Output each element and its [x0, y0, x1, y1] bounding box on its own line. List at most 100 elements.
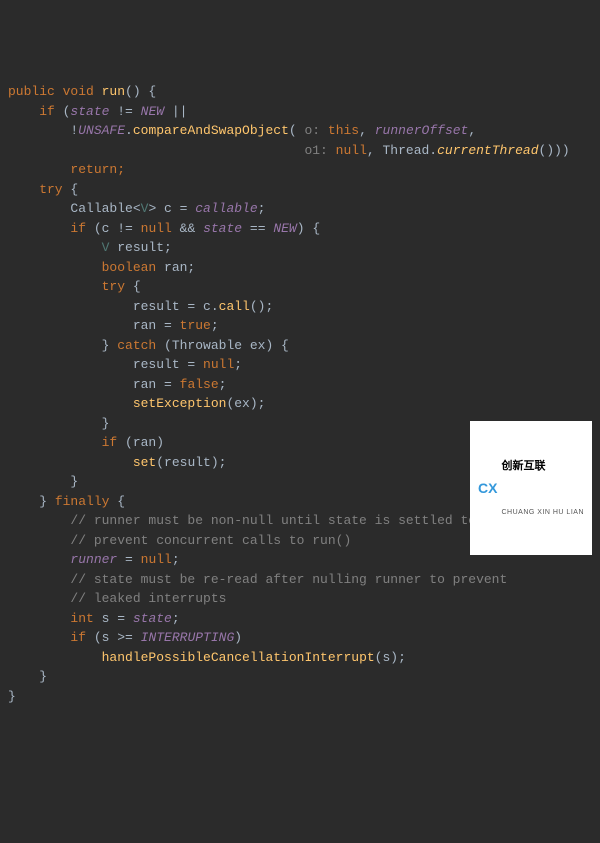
code-token: null — [336, 143, 367, 158]
code-token: (c != — [94, 221, 141, 236]
code-token: == — [242, 221, 273, 236]
code-token: } — [8, 689, 16, 704]
code-token: if — [8, 435, 125, 450]
code-token: (); — [250, 299, 273, 314]
code-token: setException — [133, 396, 227, 411]
code-token: (ran) — [125, 435, 164, 450]
code-token — [8, 396, 133, 411]
code-token: null — [203, 357, 234, 372]
code-token: . — [125, 123, 133, 138]
code-token: public void — [8, 84, 102, 99]
logo-icon: CX — [478, 478, 497, 499]
code-token — [8, 240, 102, 255]
watermark-logo: CX 创新互联 CHUANG XIN HU LIAN — [470, 421, 592, 555]
code-token: try — [8, 182, 70, 197]
code-token: } — [8, 474, 78, 489]
code-token: result = — [8, 357, 203, 372]
code-token: s = — [102, 611, 133, 626]
code-token: runnerOffset — [375, 123, 469, 138]
code-token: (s); — [375, 650, 406, 665]
code-token — [8, 650, 102, 665]
code-token: { — [117, 494, 125, 509]
code-token: INTERRUPTING — [141, 630, 235, 645]
code-token: null — [141, 221, 172, 236]
code-token: && — [172, 221, 203, 236]
code-token: != — [109, 104, 140, 119]
code-token: currentThread — [437, 143, 538, 158]
code-token: { — [133, 279, 141, 294]
code-token: callable — [195, 201, 257, 216]
code-token: (result); — [156, 455, 226, 470]
code-token — [8, 552, 70, 567]
code-token: = — [117, 552, 140, 567]
code-comment: // leaked interrupts — [8, 591, 226, 606]
code-token: } — [8, 669, 47, 684]
code-token: ; — [219, 377, 227, 392]
code-token: handlePossibleCancellationInterrupt — [102, 650, 375, 665]
code-token: , Thread. — [367, 143, 437, 158]
code-token: ; — [172, 611, 180, 626]
code-token: } — [8, 494, 55, 509]
code-token: if — [8, 630, 94, 645]
code-token: state — [203, 221, 242, 236]
code-token: boolean — [8, 260, 164, 275]
code-token: try — [8, 279, 133, 294]
code-token: Callable< — [8, 201, 141, 216]
code-token: ())) — [539, 143, 570, 158]
watermark-sub-text: CHUANG XIN HU LIAN — [501, 508, 584, 519]
code-token: result = c. — [8, 299, 219, 314]
code-token: || — [164, 104, 187, 119]
code-token: ( — [289, 123, 297, 138]
code-token: ! — [8, 123, 78, 138]
code-comment: // prevent concurrent calls to run() — [8, 533, 351, 548]
code-token: catch — [117, 338, 164, 353]
code-token: finally — [55, 494, 117, 509]
code-token: (Throwable ex) { — [164, 338, 289, 353]
code-token: run — [102, 84, 125, 99]
code-block: public void run() { if (state != NEW || … — [8, 82, 600, 706]
code-token: } — [8, 338, 117, 353]
code-token: ; — [172, 552, 180, 567]
watermark-main-text: 创新互联 — [501, 458, 584, 475]
code-token: () { — [125, 84, 156, 99]
code-token: runner — [70, 552, 117, 567]
code-token: (ex); — [226, 396, 265, 411]
code-token: } — [8, 416, 109, 431]
code-token: if — [8, 104, 63, 119]
code-token: state — [70, 104, 109, 119]
code-token: ran = — [8, 318, 180, 333]
code-token: { — [70, 182, 78, 197]
code-token: ran; — [164, 260, 195, 275]
code-token — [8, 143, 304, 158]
code-token: if — [8, 221, 94, 236]
code-token: call — [219, 299, 250, 314]
code-token: compareAndSwapObject — [133, 123, 289, 138]
code-token: int — [8, 611, 102, 626]
code-token: set — [133, 455, 156, 470]
code-token: this — [328, 123, 359, 138]
code-token: UNSAFE — [78, 123, 125, 138]
code-comment: // state must be re-read after nulling r… — [8, 572, 507, 587]
code-token: , — [468, 123, 476, 138]
code-token: true — [180, 318, 211, 333]
code-token: result; — [109, 240, 171, 255]
code-token: NEW — [141, 104, 164, 119]
code-token: , — [359, 123, 375, 138]
code-token: return; — [8, 162, 125, 177]
code-token: > c = — [148, 201, 195, 216]
code-token: false — [180, 377, 219, 392]
code-token: ) — [234, 630, 242, 645]
code-token: null — [141, 552, 172, 567]
code-token — [8, 455, 133, 470]
code-token: ; — [234, 357, 242, 372]
code-token: o1: — [304, 143, 335, 158]
code-token: ran = — [8, 377, 180, 392]
code-token: state — [133, 611, 172, 626]
code-comment: // runner must be non-null until state i… — [8, 513, 476, 528]
code-token: ; — [211, 318, 219, 333]
code-token: (s >= — [94, 630, 141, 645]
code-token: ; — [258, 201, 266, 216]
code-token: NEW — [273, 221, 296, 236]
code-token: o: — [297, 123, 328, 138]
code-token: ) { — [297, 221, 320, 236]
